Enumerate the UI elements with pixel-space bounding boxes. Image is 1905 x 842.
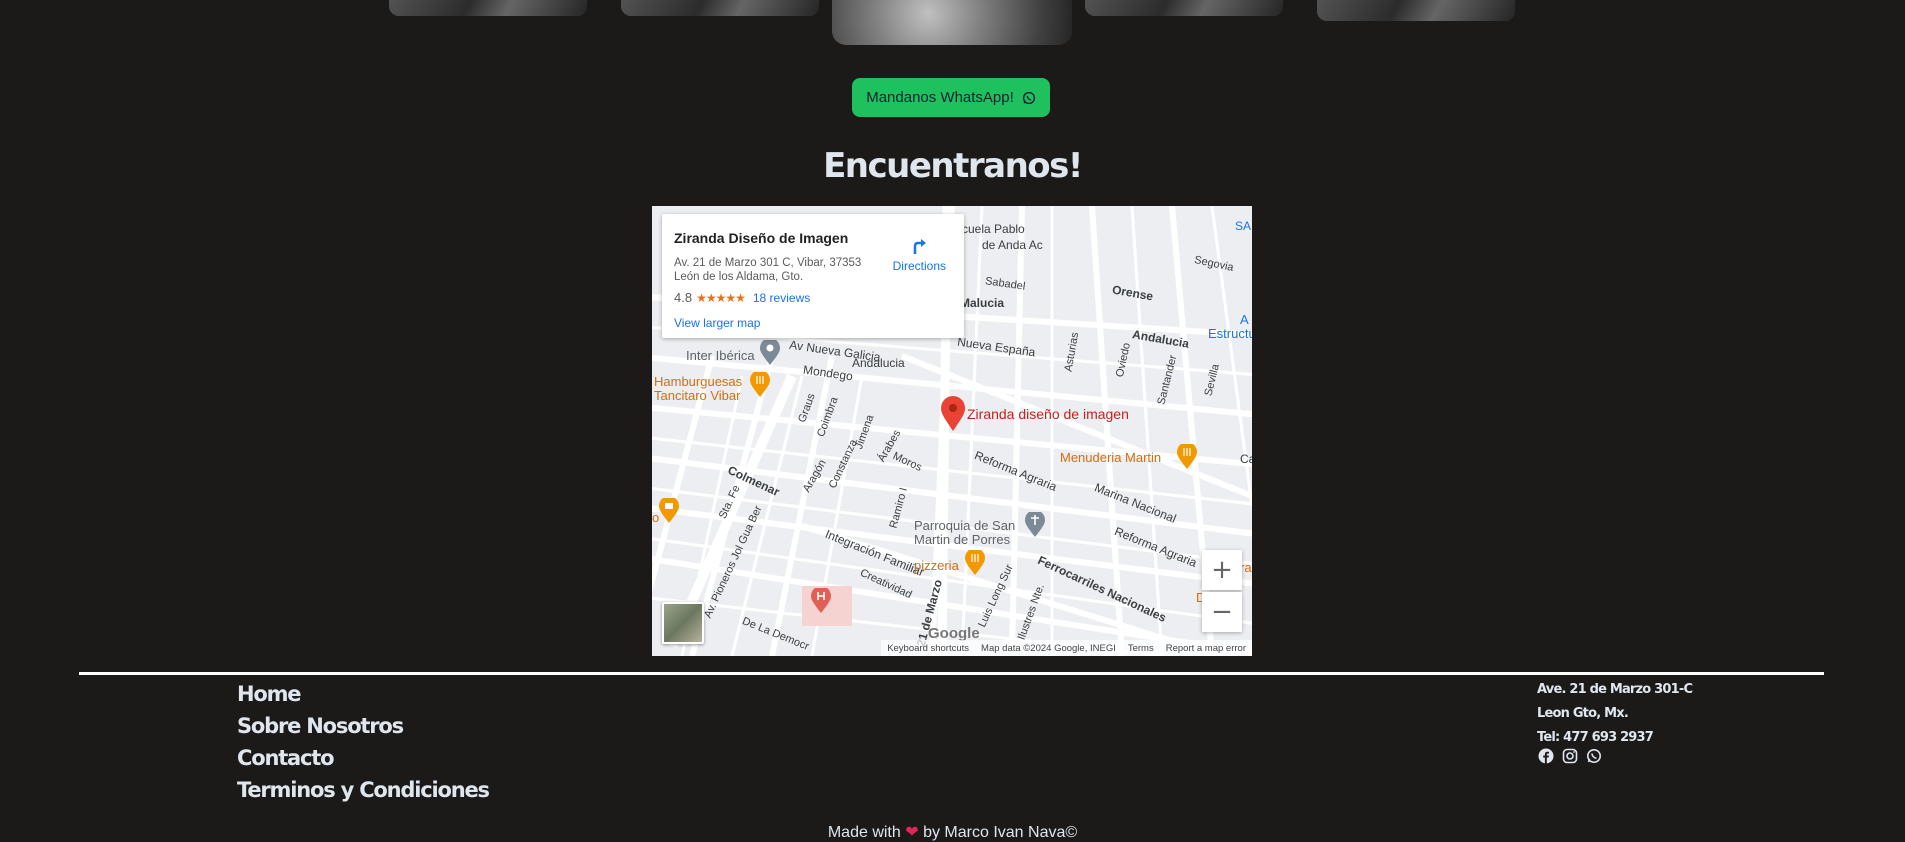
satellite-toggle[interactable]	[662, 602, 704, 644]
directions-label: Directions	[892, 259, 946, 273]
keyboard-shortcuts-link[interactable]: Keyboard shortcuts	[887, 643, 969, 654]
whatsapp-icon	[1022, 91, 1035, 104]
restaurant-icon	[1177, 444, 1197, 469]
footer-address: Ave. 21 de Marzo 301-C	[1537, 682, 1693, 697]
google-map[interactable]: cuela Pablo de Anda Ac Segovia SA Orense…	[652, 206, 1252, 656]
made-with-text: Made with	[827, 824, 901, 841]
map-attribution: Keyboard shortcuts Map data ©2024 Google…	[881, 640, 1252, 656]
gallery-photo-1[interactable]	[389, 0, 587, 16]
place-info-card: Ziranda Diseño de Imagen Av. 21 de Marzo…	[662, 214, 964, 338]
cafe-icon	[659, 498, 679, 523]
map-label: cuela Pablo	[962, 222, 1025, 236]
place-name: Ziranda Diseño de Imagen	[674, 230, 849, 246]
made-with-credit: Made with ❤ by Marco Ivan Nava©	[0, 822, 1905, 842]
hospital-icon	[811, 588, 831, 613]
instagram-icon[interactable]	[1562, 748, 1578, 764]
map-label: Parroquia de San	[914, 518, 1016, 533]
map-label: Estructu	[1208, 326, 1252, 341]
directions-button[interactable]: Directions	[893, 236, 946, 273]
place-rating: 4.8 ★★★★★ 18 reviews	[674, 290, 810, 305]
map-label: Inter Ibérica	[686, 348, 755, 363]
map-label: Martin de Porres	[914, 532, 1011, 547]
section-title: Encuentranos!	[823, 146, 1083, 186]
footer-link-contacto[interactable]: Contacto	[237, 742, 489, 774]
map-label: Tancitaro Vibar	[654, 388, 741, 403]
map-label: o	[652, 510, 660, 525]
whatsapp-icon[interactable]	[1586, 748, 1602, 764]
terms-link[interactable]: Terms	[1128, 643, 1154, 654]
zoom-out-button[interactable]: −	[1202, 592, 1242, 632]
footer-phone: Tel: 477 693 2937	[1537, 730, 1654, 745]
map-label: SA	[1235, 219, 1252, 233]
rating-stars: ★★★★★	[696, 291, 746, 305]
place-address-line1: Av. 21 de Marzo 301 C, Vibar, 37353	[674, 257, 862, 269]
report-error-link[interactable]: Report a map error	[1166, 643, 1246, 654]
poi-icon	[760, 340, 780, 365]
gallery-photo-3[interactable]	[832, 0, 1072, 45]
map-label: Ca	[1240, 452, 1252, 466]
heart-icon: ❤	[905, 824, 919, 841]
facebook-icon[interactable]	[1538, 748, 1554, 764]
restaurant-icon	[965, 550, 985, 575]
gallery-photo-4[interactable]	[1085, 0, 1283, 16]
made-by-text: by Marco Ivan Nava©	[923, 824, 1078, 841]
map-label: Menuderia Martin	[1060, 450, 1162, 465]
map-label: Malucia	[960, 296, 1005, 310]
map-data-text: Map data ©2024 Google, INEGI	[981, 642, 1116, 654]
directions-icon	[914, 239, 927, 254]
rating-value: 4.8	[674, 290, 693, 305]
footer-divider	[79, 672, 1824, 675]
map-label: pizzeria	[914, 558, 959, 573]
social-links	[1538, 748, 1602, 764]
footer-nav: Home Sobre Nosotros Contacto Terminos y …	[237, 678, 490, 806]
place-address-line2: León de los Aldama, Gto.	[674, 271, 804, 283]
whatsapp-button-label: Mandanos WhatsApp!	[866, 89, 1014, 106]
gallery-photo-5[interactable]	[1317, 0, 1515, 21]
zoom-in-button[interactable]: +	[1202, 550, 1242, 590]
church-icon	[1025, 512, 1045, 537]
whatsapp-button[interactable]: Mandanos WhatsApp!	[852, 78, 1050, 117]
gallery-photo-2[interactable]	[621, 0, 819, 16]
reviews-link[interactable]: 18 reviews	[753, 291, 810, 305]
location-pin-icon[interactable]	[940, 396, 966, 432]
restaurant-icon	[750, 372, 770, 397]
footer-contact: Ave. 21 de Marzo 301-C Leon Gto, Mx. Tel…	[1537, 678, 1693, 750]
footer-link-sobre-nosotros[interactable]: Sobre Nosotros	[237, 710, 489, 742]
map-label: A	[1240, 312, 1249, 327]
place-address: Av. 21 de Marzo 301 C, Vibar, 37353 León…	[674, 256, 874, 284]
map-label: de Anda Ac	[982, 238, 1043, 252]
map-label: Hamburguesas	[654, 374, 743, 389]
pin-label[interactable]: Ziranda diseño de imagen	[967, 406, 1129, 422]
footer-link-terminos[interactable]: Terminos y Condiciones	[237, 774, 490, 806]
view-larger-map-link[interactable]: View larger map	[674, 316, 760, 330]
footer-city: Leon Gto, Mx.	[1537, 706, 1629, 721]
footer-link-home[interactable]: Home	[237, 678, 489, 710]
